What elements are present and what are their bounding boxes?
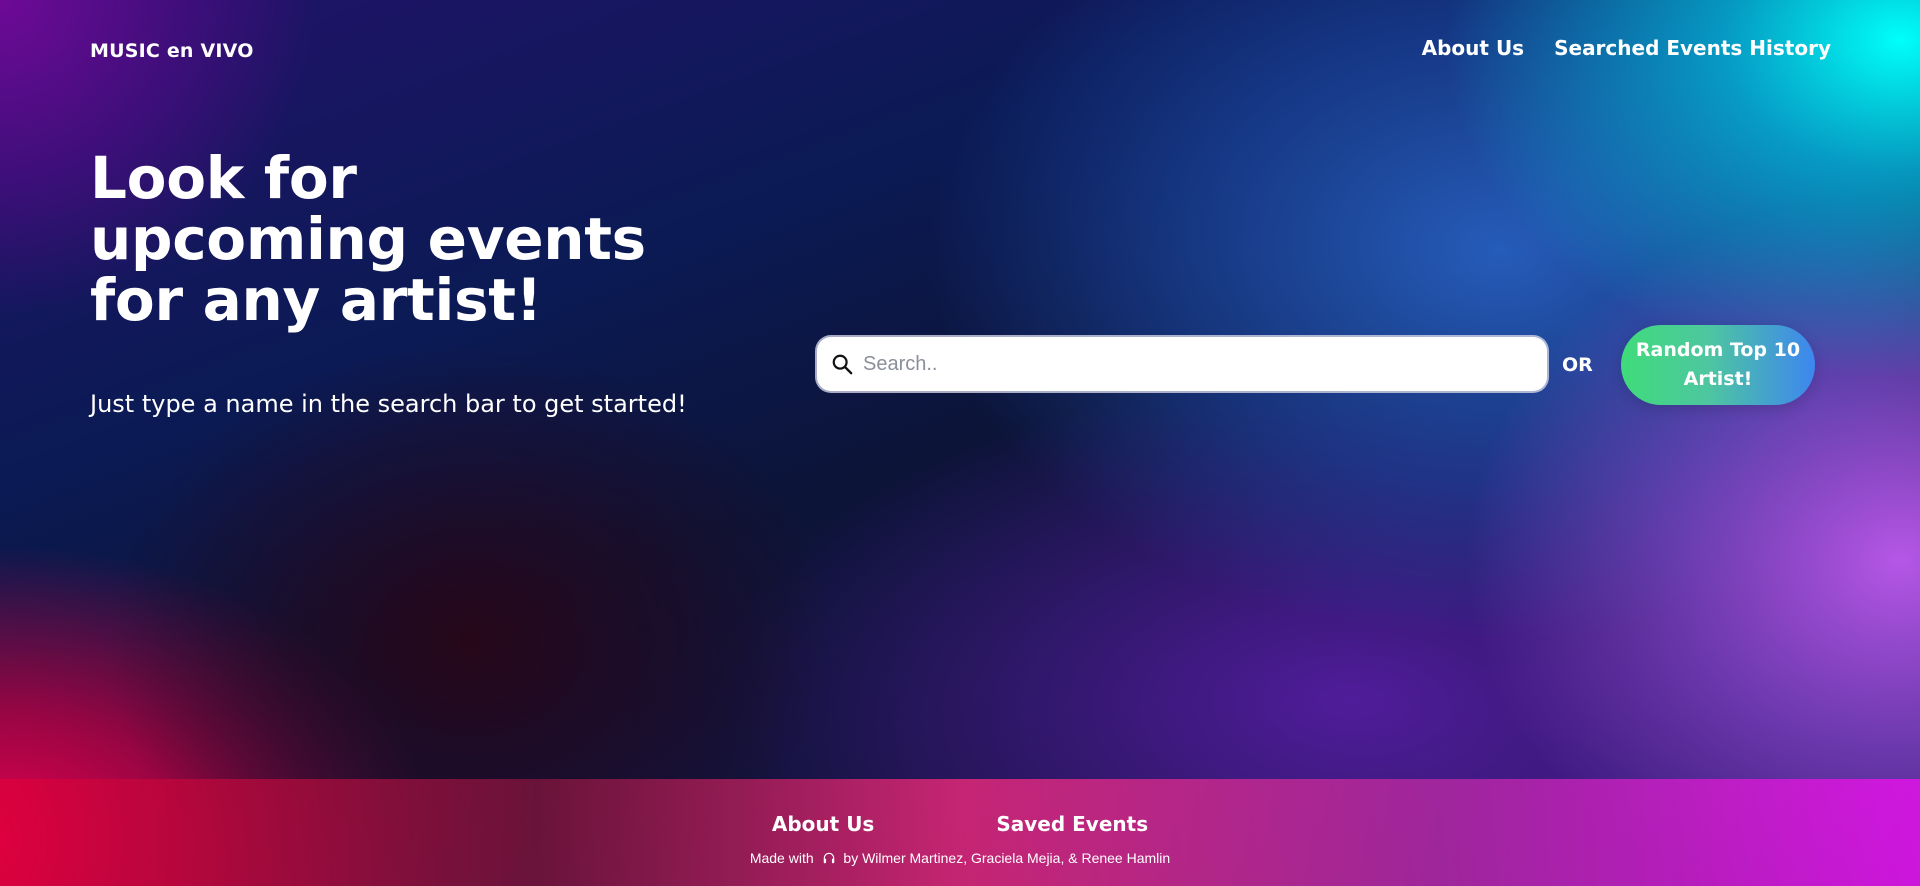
search-bar[interactable] [817,337,1547,391]
nav-link-searched-events-history[interactable]: Searched Events History [1554,36,1831,60]
or-separator: OR [1562,354,1593,376]
footer-link-about-us[interactable]: About Us [772,812,874,836]
search-icon[interactable] [831,353,853,375]
hero-title: Look for upcoming events for any artist! [90,144,646,334]
footer-link-saved-events[interactable]: Saved Events [996,812,1148,836]
brand-logo[interactable]: MUSIC en VIVO [90,40,254,62]
footer-nav: About Us Saved Events [0,812,1920,836]
credits-authors: by Wilmer Martinez, Graciela Mejia, & Re… [843,850,1171,866]
nav-link-about-us[interactable]: About Us [1422,36,1524,60]
page: MUSIC en VIVO About Us Searched Events H… [0,0,1920,886]
hero-subtitle: Just type a name in the search bar to ge… [90,390,687,418]
credits-prefix: Made with [749,850,814,866]
gradient-background [0,0,1920,886]
random-top-10-artist-button[interactable]: Random Top 10 Artist! [1621,325,1815,405]
top-nav: About Us Searched Events History [1422,36,1831,60]
footer: About Us Saved Events Made with by Wilme… [0,779,1920,886]
footer-credits: Made with by Wilmer Martinez, Graciela M… [0,850,1920,866]
search-input[interactable] [861,343,1525,385]
headphones-icon [823,852,834,864]
